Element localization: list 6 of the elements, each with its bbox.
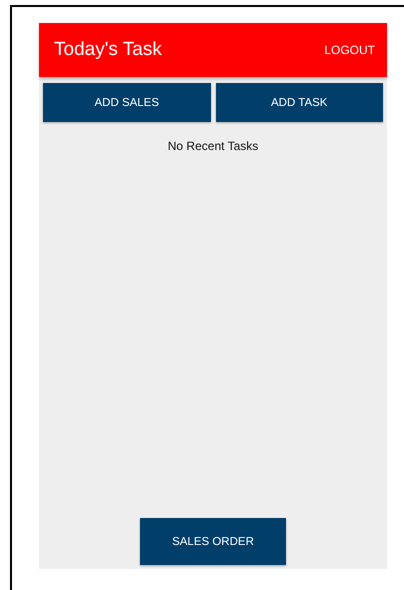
empty-message: No Recent Tasks [168, 139, 258, 153]
logout-button[interactable]: LOGOUT [324, 43, 375, 57]
action-button[interactable]: ADD SALES [43, 83, 210, 122]
sales-order-button[interactable]: SALES ORDER [140, 518, 286, 565]
app-title: Today's Task [54, 39, 162, 61]
action-button[interactable]: ADD TASK [216, 83, 383, 122]
